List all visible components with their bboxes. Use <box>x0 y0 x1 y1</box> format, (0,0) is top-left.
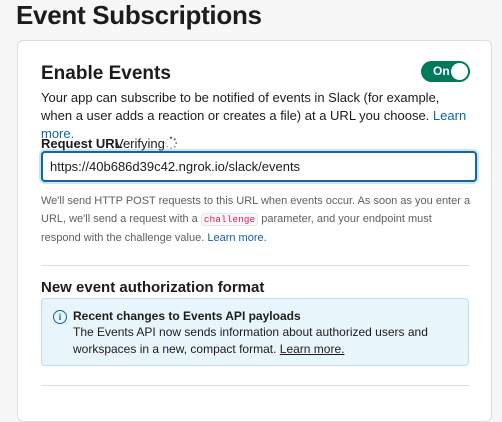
toggle-knob <box>451 63 468 80</box>
auth-format-title: New event authorization format <box>41 279 265 296</box>
enable-events-title: Enable Events <box>41 63 171 84</box>
spinner-icon <box>165 136 178 150</box>
info-title: Recent changes to Events API payloads <box>73 309 301 323</box>
enable-events-toggle[interactable]: On <box>421 61 470 82</box>
request-url-help: We'll send HTTP POST requests to this UR… <box>41 192 473 247</box>
verifying-status: Verifying <box>115 136 165 151</box>
challenge-code: challenge <box>200 213 259 226</box>
info-body-text: The Events API now sends information abo… <box>73 325 428 356</box>
divider <box>41 385 469 386</box>
info-body: The Events API now sends information abo… <box>73 324 463 358</box>
toggle-label: On <box>433 64 450 78</box>
description-text: Your app can subscribe to be notified of… <box>41 90 440 123</box>
page-title: Event Subscriptions <box>16 0 262 30</box>
event-subscriptions-card: Enable Events On Your app can subscribe … <box>17 40 492 422</box>
request-url-label: Request URL <box>41 136 123 151</box>
enable-events-description: Your app can subscribe to be notified of… <box>41 89 471 143</box>
info-icon: i <box>53 310 67 324</box>
divider <box>41 265 469 266</box>
help-learn-more-link[interactable]: Learn more. <box>207 232 266 244</box>
info-learn-more-link[interactable]: Learn more. <box>280 342 345 356</box>
info-callout: i Recent changes to Events API payloads … <box>41 298 469 366</box>
request-url-input[interactable] <box>41 151 477 182</box>
